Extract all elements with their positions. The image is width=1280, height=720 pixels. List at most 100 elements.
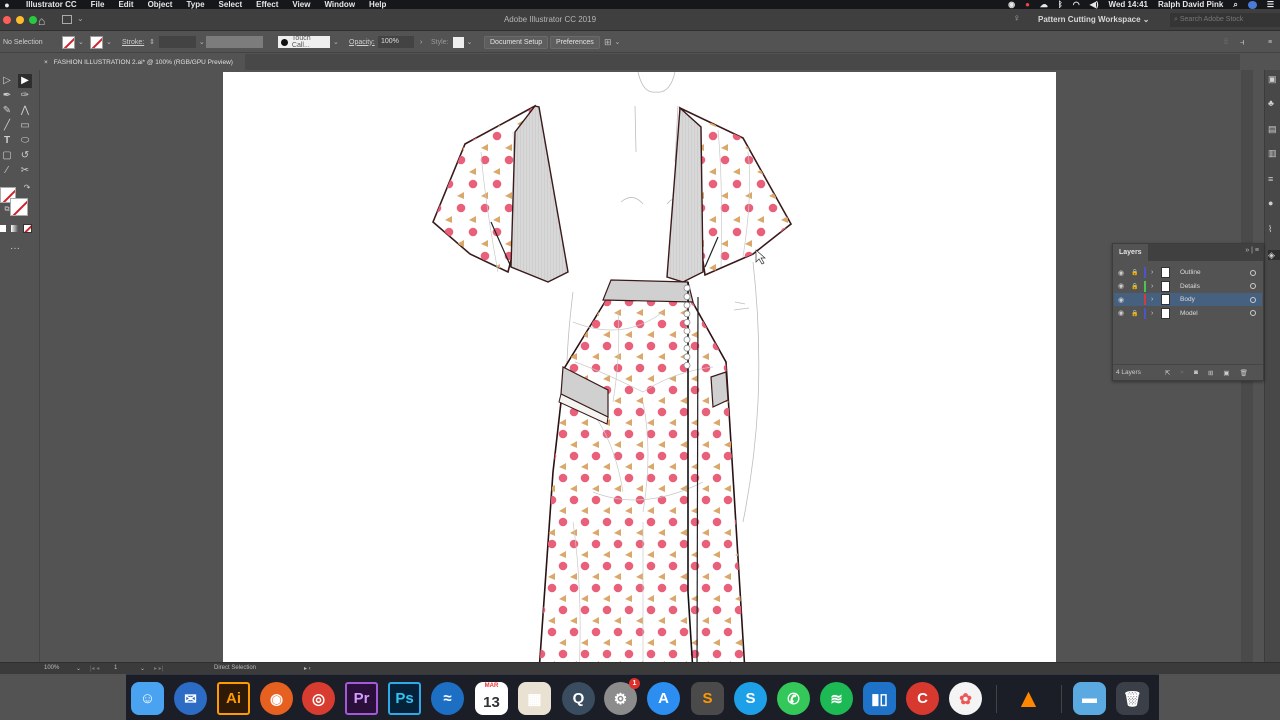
- volume-icon[interactable]: ◀): [1090, 0, 1099, 9]
- layer-name[interactable]: Outline: [1180, 269, 1250, 276]
- visibility-eye-icon[interactable]: ◉: [1118, 296, 1127, 304]
- dock-app-premiere-pro[interactable]: Pr: [345, 682, 378, 715]
- creative-cloud-icon[interactable]: ●: [1025, 0, 1030, 9]
- target-icon[interactable]: [1250, 296, 1256, 303]
- properties-icon[interactable]: ▣: [1268, 74, 1280, 84]
- menu-object[interactable]: Object: [148, 0, 173, 9]
- edit-toolbar-icon[interactable]: ···: [8, 242, 22, 256]
- chevron-right-icon[interactable]: ›: [420, 39, 422, 46]
- brush-definition-select[interactable]: Touch Call...: [278, 35, 330, 49]
- direct-selection-tool-icon[interactable]: ▶: [18, 74, 32, 88]
- locate-object-icon[interactable]: ⌕: [1180, 369, 1184, 377]
- scissors-tool-icon[interactable]: ✂: [18, 164, 32, 178]
- rotate-tool-icon[interactable]: ↺: [18, 149, 32, 163]
- chevron-right-icon[interactable]: ›: [1151, 283, 1157, 290]
- rectangle-tool-icon[interactable]: ▭: [18, 119, 32, 133]
- color-guide-icon[interactable]: ▤: [1268, 124, 1280, 134]
- notification-center-icon[interactable]: ☰: [1267, 0, 1274, 9]
- dock-app-chrome[interactable]: ◎: [302, 682, 335, 715]
- fashion-illustration[interactable]: [223, 72, 1056, 662]
- menu-window[interactable]: Window: [324, 0, 355, 9]
- zoom-level[interactable]: 100%: [44, 665, 59, 671]
- align-panel-icon[interactable]: ▥: [1268, 148, 1280, 158]
- preferences-button[interactable]: Preferences: [550, 35, 600, 49]
- opacity-input[interactable]: 100%: [378, 36, 414, 48]
- menu-type[interactable]: Type: [186, 0, 204, 9]
- dock-app-spotify[interactable]: ≋: [820, 682, 853, 715]
- artboard-number[interactable]: 1: [114, 665, 117, 671]
- dock-app-openoffice[interactable]: ≈: [431, 682, 464, 715]
- dock-app-ccleaner[interactable]: C: [906, 682, 939, 715]
- chevron-down-icon[interactable]: ⌄: [140, 665, 145, 672]
- export-icon[interactable]: ⇱: [1165, 369, 1170, 377]
- chevron-down-icon[interactable]: ⌄: [467, 38, 473, 46]
- dock-app-finder[interactable]: ☺: [131, 682, 164, 715]
- style-swatch[interactable]: [452, 36, 464, 48]
- chevron-right-icon[interactable]: ›: [1151, 310, 1157, 317]
- swap-fill-stroke-icon[interactable]: ↷: [20, 181, 34, 195]
- menu-view[interactable]: View: [292, 0, 310, 9]
- dock-app-system-preferences[interactable]: ⚙ 1: [604, 678, 640, 715]
- dock-app-thunderbird[interactable]: ✉: [174, 682, 207, 715]
- siri-icon[interactable]: [1247, 0, 1257, 9]
- layer-name[interactable]: Details: [1180, 283, 1250, 290]
- menu-effect[interactable]: Effect: [256, 0, 278, 9]
- target-icon[interactable]: [1250, 310, 1256, 316]
- dock-app-whatsapp[interactable]: ✆: [777, 682, 810, 715]
- panel-menu-icon[interactable]: ≡: [1268, 39, 1272, 46]
- chevron-down-icon[interactable]: ⌄: [78, 38, 84, 46]
- dock-app-firefox[interactable]: ◉: [260, 682, 293, 715]
- visibility-eye-icon[interactable]: ◉: [1118, 309, 1127, 317]
- canvas-area[interactable]: [41, 70, 1241, 662]
- selection-tool-icon[interactable]: ▷: [0, 74, 14, 88]
- appearance-icon[interactable]: ●: [1268, 198, 1280, 208]
- clipping-mask-icon[interactable]: ◙: [1194, 369, 1198, 376]
- dock-app-illustrator[interactable]: Ai: [217, 682, 250, 715]
- pen-tool-icon[interactable]: ✒: [0, 89, 14, 103]
- ellipse-tool-icon[interactable]: ⬭: [18, 134, 32, 148]
- new-sublayer-icon[interactable]: ⊞: [1208, 369, 1213, 377]
- variable-width-profile[interactable]: [206, 36, 263, 48]
- user-name[interactable]: Ralph David Pink: [1158, 0, 1223, 9]
- stroke-swatch[interactable]: [90, 35, 103, 49]
- dock-app-folder[interactable]: ▬: [1073, 682, 1106, 715]
- lock-icon[interactable]: 🔒: [1131, 269, 1140, 276]
- dock-app-trash[interactable]: 🗑: [1116, 682, 1149, 715]
- dock-app-vlc[interactable]: ▲: [1012, 682, 1045, 715]
- eyedropper-tool-icon[interactable]: ⁄: [0, 164, 14, 178]
- libraries-icon[interactable]: ♣: [1268, 98, 1280, 108]
- target-icon[interactable]: [1250, 269, 1256, 276]
- layers-panel-icon[interactable]: ◈: [1268, 250, 1280, 260]
- lightbulb-icon[interactable]: ♀: [1013, 13, 1021, 24]
- layer-row[interactable]: ◉ 🔒 › Model: [1114, 307, 1262, 320]
- chevron-down-icon[interactable]: ⌄: [615, 38, 621, 46]
- stroke-color-control[interactable]: ⌄: [90, 31, 112, 53]
- clock[interactable]: Wed 14:41: [1109, 0, 1148, 9]
- add-anchor-tool-icon[interactable]: ✎: [0, 104, 14, 118]
- panel-collapse-icon[interactable]: » | ≡: [1245, 247, 1259, 254]
- dock-app-quicktime[interactable]: Q: [562, 682, 595, 715]
- document-setup-button[interactable]: Document Setup: [484, 35, 549, 49]
- dock-app-calendar[interactable]: 13 MAR: [475, 682, 508, 715]
- gradient-mode-icon[interactable]: [11, 225, 18, 232]
- fill-color-control[interactable]: ⌄: [62, 31, 84, 53]
- line-tool-icon[interactable]: ╱: [0, 119, 14, 133]
- apple-menu-icon[interactable]: ●: [0, 0, 14, 9]
- dock-app-trello[interactable]: ▮▯: [863, 682, 896, 715]
- chevron-down-icon[interactable]: ⌄: [333, 38, 339, 46]
- new-layer-icon[interactable]: ▣: [1223, 369, 1229, 377]
- document-tab[interactable]: × FASHION ILLUSTRATION 2.ai* @ 100% (RGB…: [40, 54, 245, 70]
- dock-app-sublime-text[interactable]: S: [691, 682, 724, 715]
- stroke-panel-icon[interactable]: ≡: [1268, 174, 1280, 184]
- bluetooth-icon[interactable]: ᛒ: [1058, 0, 1063, 9]
- layer-row[interactable]: ◉ 🔒 › Details: [1114, 280, 1262, 293]
- layer-name[interactable]: Body: [1180, 296, 1250, 303]
- chevron-down-icon[interactable]: ⌄: [106, 38, 112, 46]
- target-icon[interactable]: [1250, 283, 1256, 289]
- visibility-eye-icon[interactable]: ◉: [1118, 269, 1127, 277]
- artboard[interactable]: [223, 72, 1056, 662]
- stroke-label[interactable]: Stroke:: [122, 39, 144, 46]
- menu-file[interactable]: File: [91, 0, 105, 9]
- menu-help[interactable]: Help: [369, 0, 386, 9]
- opacity-label[interactable]: Opacity:: [349, 39, 375, 46]
